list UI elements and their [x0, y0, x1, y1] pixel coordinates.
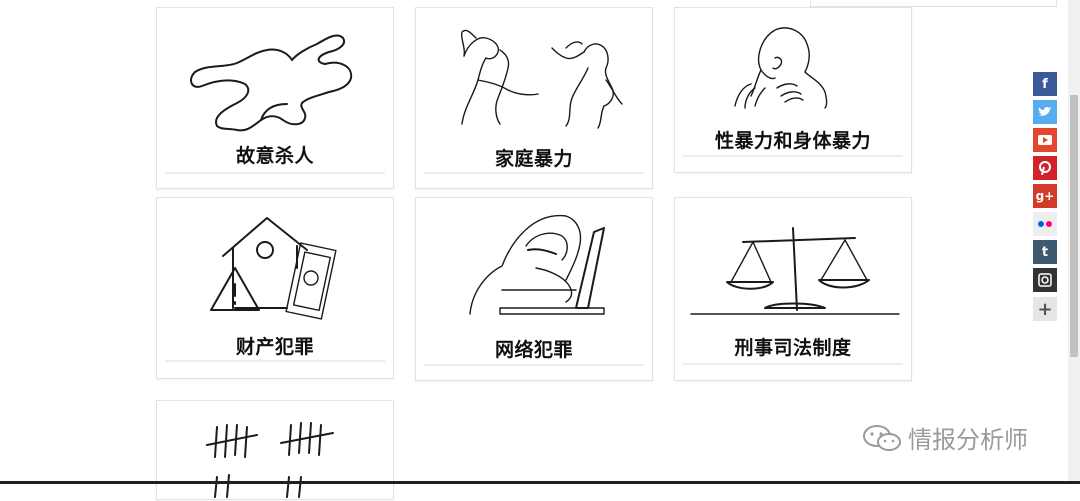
category-card-cybercrime[interactable]: 网络犯罪: [415, 197, 653, 381]
category-card-criminal-justice[interactable]: 刑事司法制度: [674, 197, 912, 381]
youtube-icon[interactable]: [1033, 128, 1057, 152]
category-card-tally[interactable]: [156, 400, 394, 500]
category-card-property-crime[interactable]: 财产犯罪: [156, 197, 394, 379]
facebook-icon[interactable]: f: [1033, 72, 1057, 96]
divider: [683, 363, 903, 365]
category-card-sexual-violence[interactable]: 性暴力和身体暴力: [674, 7, 912, 173]
divider: [424, 364, 644, 366]
wechat-watermark: 情报分析师: [862, 420, 1028, 455]
divider: [683, 155, 903, 157]
card-title: 家庭暴力: [494, 148, 573, 170]
card-title: 财产犯罪: [235, 336, 314, 358]
category-card-domestic-violence[interactable]: 家庭暴力: [415, 7, 653, 189]
watermark-text: 情报分析师: [908, 426, 1028, 454]
flickr-icon[interactable]: [1033, 212, 1057, 236]
divider: [165, 172, 385, 174]
instagram-icon[interactable]: [1033, 268, 1057, 292]
search-box-edge: [810, 0, 1057, 7]
category-card-homicide[interactable]: 故意杀人: [156, 7, 394, 189]
tally-marks-icon: [206, 422, 334, 498]
twitter-icon[interactable]: [1033, 100, 1057, 124]
card-title: 刑事司法制度: [734, 337, 852, 359]
divider: [165, 360, 385, 362]
card-title: 性暴力和身体暴力: [714, 130, 871, 152]
wechat-icon: [863, 424, 901, 451]
scrollbar-thumb[interactable]: [1070, 95, 1078, 357]
more-share-icon[interactable]: +: [1033, 297, 1057, 321]
tumblr-icon[interactable]: t: [1033, 240, 1057, 264]
pinterest-icon[interactable]: [1033, 156, 1057, 180]
divider: [424, 172, 644, 174]
card-title: 故意杀人: [235, 145, 314, 167]
google-plus-icon[interactable]: g+: [1033, 184, 1057, 208]
card-title: 网络犯罪: [494, 339, 573, 361]
